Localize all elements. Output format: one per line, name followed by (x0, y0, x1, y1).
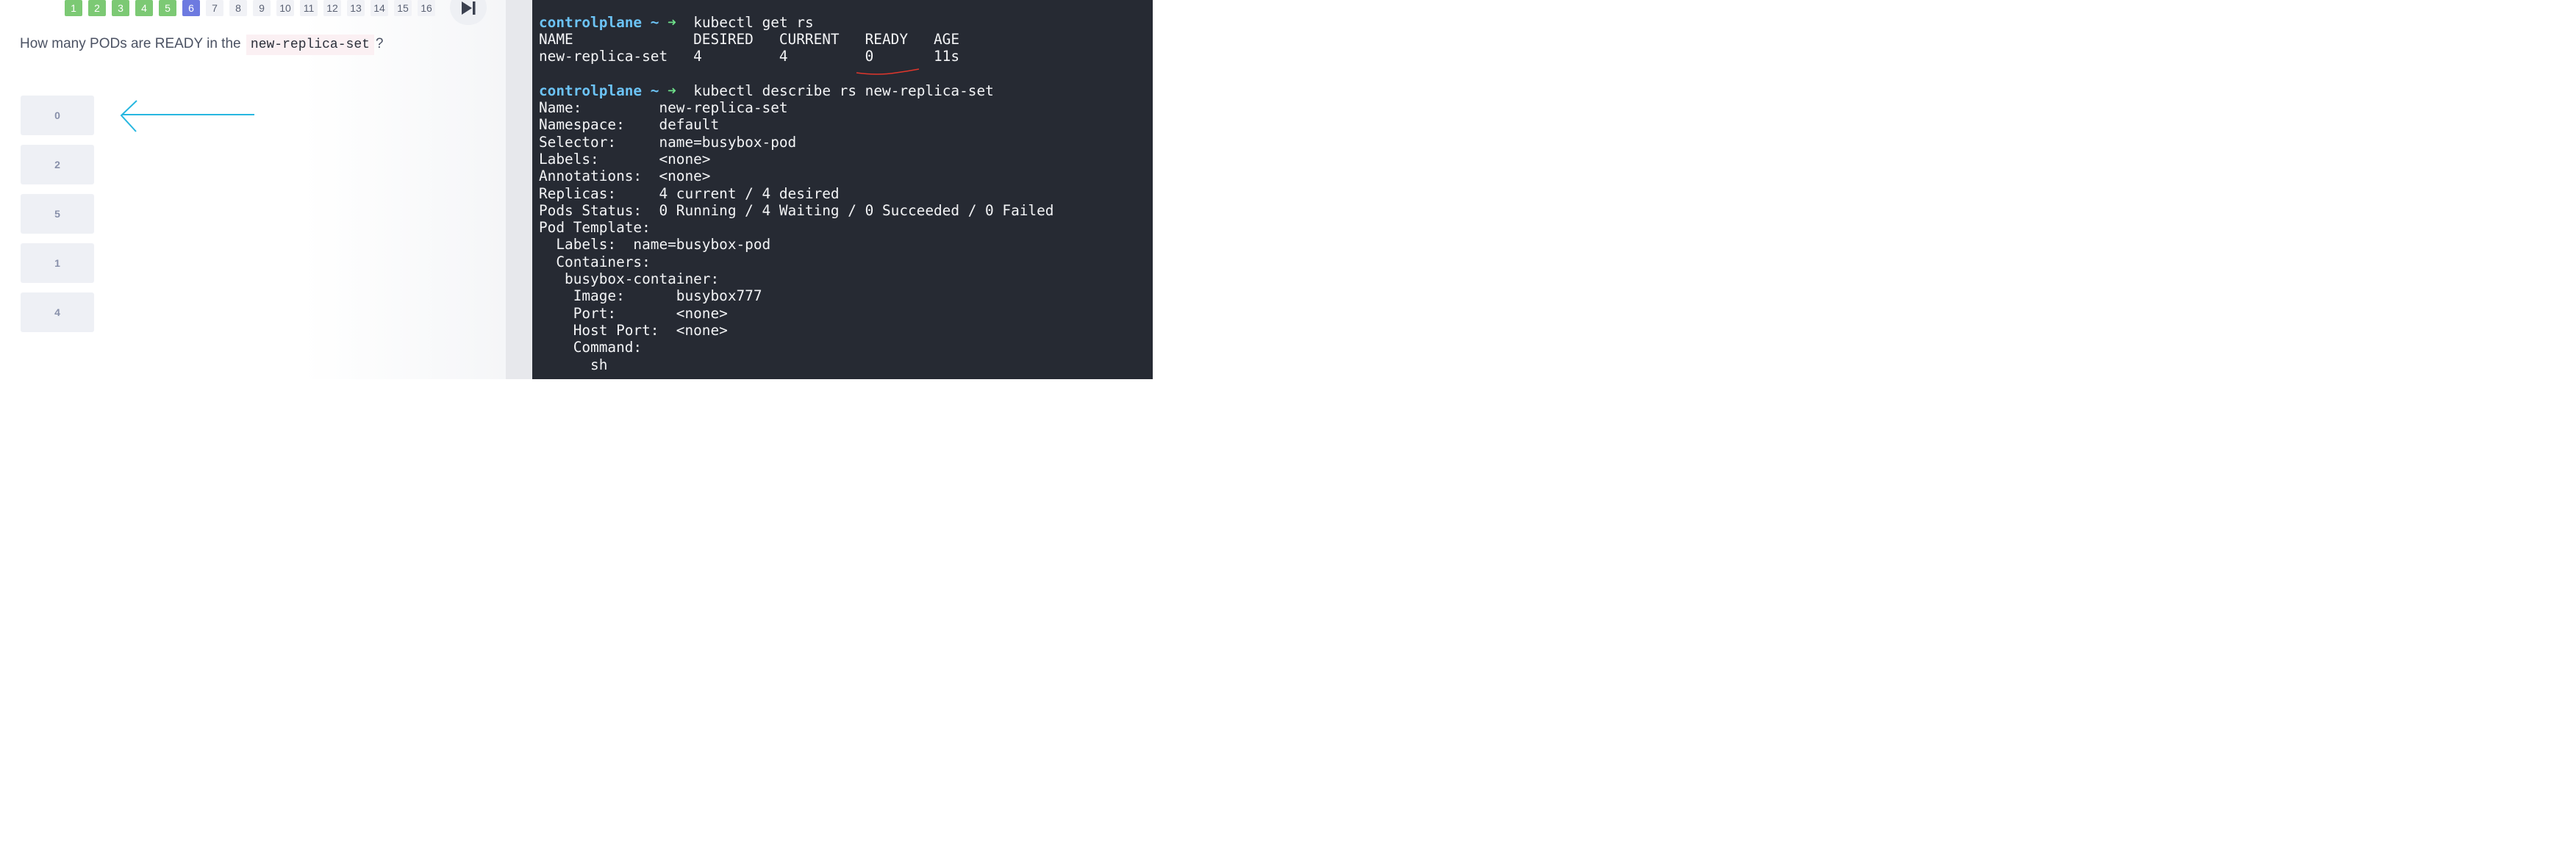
question-nav-item-6[interactable]: 6 (182, 0, 200, 16)
terminal-line: controlplane ~ ➜ kubectl get rs (539, 14, 814, 32)
prompt-dir: ~ (650, 82, 659, 99)
describe-line: Name: new-replica-set (539, 99, 788, 116)
question-nav-item-4[interactable]: 4 (135, 0, 153, 16)
question-nav-item-5[interactable]: 5 (159, 0, 176, 16)
question-nav-item-15[interactable]: 15 (394, 0, 412, 16)
annotation-arrow-icon (120, 100, 254, 132)
question-nav-item-13[interactable]: 13 (347, 0, 365, 16)
describe-line: Namespace: default (539, 116, 720, 134)
question-nav-item-11[interactable]: 11 (300, 0, 318, 16)
command-text: kubectl get rs (693, 14, 814, 31)
question-code: new-replica-set (246, 35, 374, 55)
question-nav-item-1[interactable]: 1 (65, 0, 82, 16)
question-suffix: ? (375, 36, 384, 51)
question-nav-item-2[interactable]: 2 (88, 0, 106, 16)
answer-option-2[interactable]: 2 (21, 145, 94, 184)
describe-line: Host Port: <none> (539, 321, 728, 339)
answer-option-5[interactable]: 4 (21, 292, 94, 332)
question-prefix: How many PODs are READY in the (20, 36, 241, 51)
prompt-arrow: ➜ (668, 14, 676, 31)
describe-line: sh (539, 356, 608, 373)
describe-line: Containers: (539, 253, 651, 270)
panel-divider (506, 0, 532, 379)
question-nav-item-8[interactable]: 8 (229, 0, 247, 16)
question-nav-item-10[interactable]: 10 (276, 0, 294, 16)
question-nav-item-9[interactable]: 9 (253, 0, 271, 16)
question-nav-item-12[interactable]: 12 (323, 0, 341, 16)
describe-line: Replicas: 4 current / 4 desired (539, 184, 840, 202)
prompt-dir: ~ (650, 14, 659, 31)
command-text: kubectl describe rs new-replica-set (693, 82, 994, 99)
describe-line: Labels: <none> (539, 150, 711, 168)
describe-line: Labels: name=busybox-pod (539, 236, 771, 254)
table-header: NAME DESIRED CURRENT READY AGE (539, 31, 960, 48)
terminal[interactable]: controlplane ~ ➜ kubectl get rs NAME DES… (532, 0, 1153, 379)
answer-option-4[interactable]: 1 (21, 243, 94, 283)
describe-line: Pod Template: (539, 219, 651, 237)
question-nav-item-14[interactable]: 14 (371, 0, 388, 16)
describe-line: Selector: name=busybox-pod (539, 133, 797, 151)
prompt-host: controlplane (539, 14, 643, 31)
prompt-host: controlplane (539, 82, 643, 99)
question-nav-item-3[interactable]: 3 (112, 0, 129, 16)
skip-question-button[interactable] (450, 0, 487, 25)
describe-line: Command: (539, 339, 643, 356)
question-text: How many PODs are READY in the new-repli… (20, 34, 384, 56)
question-nav-item-16[interactable]: 16 (418, 0, 435, 16)
describe-line: busybox-container: (539, 270, 720, 287)
describe-line: Image: busybox777 (539, 287, 762, 305)
quiz-panel: 1 2 3 4 5 6 7 8 9 10 11 12 13 14 15 16 How many PODs ar… (0, 0, 506, 379)
underline-annotation (856, 68, 920, 75)
describe-line: Annotations: <none> (539, 168, 711, 185)
question-nav-item-7[interactable]: 7 (206, 0, 223, 16)
terminal-line: controlplane ~ ➜ kubectl describe rs new… (539, 82, 994, 100)
skip-forward-icon (462, 1, 476, 15)
prompt-arrow: ➜ (668, 82, 676, 99)
describe-line: Port: <none> (539, 304, 728, 322)
describe-line: Pods Status: 0 Running / 4 Waiting / 0 S… (539, 201, 1054, 219)
answer-option-1[interactable]: 0 (21, 96, 94, 135)
table-row: new-replica-set 4 4 0 11s (539, 48, 960, 65)
answer-option-3[interactable]: 5 (21, 194, 94, 234)
